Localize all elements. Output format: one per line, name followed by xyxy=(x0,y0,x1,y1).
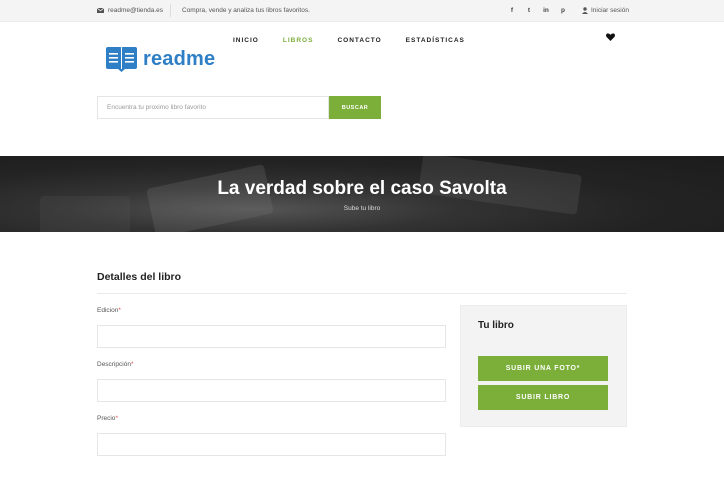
nav-item-inicio[interactable]: INICIO xyxy=(233,37,259,44)
contact-email-text: readme@tienda.es xyxy=(108,7,164,14)
logo-text: readme xyxy=(143,48,216,70)
social-links: f t in p xyxy=(508,5,567,15)
search-input[interactable] xyxy=(97,96,329,119)
upload-photo-button[interactable]: SUBIR UNA FOTO* xyxy=(478,356,608,381)
nav-item-estadisticas[interactable]: ESTADÍSTICAS xyxy=(406,37,465,44)
edicion-label-text: Edicion xyxy=(97,307,119,314)
precio-label-text: Precio xyxy=(97,415,116,422)
user-icon xyxy=(582,7,588,14)
heart-icon[interactable] xyxy=(606,33,615,44)
login-text: Iniciar sesión xyxy=(591,7,629,14)
page-subtitle: Sube tu libro xyxy=(343,205,381,212)
nav-item-libros[interactable]: LIBROS xyxy=(283,37,314,44)
nav-item-contacto[interactable]: CONTACTO xyxy=(337,37,381,44)
hero-banner: La verdad sobre el caso Savolta Sube tu … xyxy=(0,156,724,232)
descripcion-label: Descripción* xyxy=(97,361,134,368)
tagline: Compra, vende y analiza tus libros favor… xyxy=(182,7,310,14)
site-logo[interactable]: readme xyxy=(105,47,215,72)
upload-panel-title: Tu libro xyxy=(478,320,514,331)
page-title: La verdad sobre el caso Savolta xyxy=(217,178,507,199)
required-mark: * xyxy=(130,361,134,368)
hero-background-shape xyxy=(40,196,130,232)
edicion-field[interactable] xyxy=(97,325,446,348)
twitter-icon[interactable]: t xyxy=(525,5,533,15)
pinterest-icon[interactable]: p xyxy=(559,5,567,15)
required-mark: * xyxy=(115,415,118,422)
edicion-label: Edicion* xyxy=(97,307,121,314)
upload-book-button[interactable]: SUBIR LIBRO xyxy=(478,385,608,410)
descripcion-label-text: Descripción xyxy=(97,361,131,368)
top-bar: readme@tienda.es Compra, vende y analiza… xyxy=(0,0,724,22)
search-button[interactable]: BUSCAR xyxy=(329,96,381,119)
descripcion-field[interactable] xyxy=(97,379,446,402)
precio-label: Precio* xyxy=(97,415,118,422)
linkedin-icon[interactable]: in xyxy=(542,5,550,15)
topbar-divider xyxy=(170,4,171,17)
main-nav: INICIO LIBROS CONTACTO ESTADÍSTICAS xyxy=(233,37,489,44)
envelope-icon xyxy=(97,8,104,13)
login-link[interactable]: Iniciar sesión xyxy=(582,7,629,14)
precio-field[interactable] xyxy=(97,433,446,456)
search-bar: BUSCAR xyxy=(97,96,381,119)
form-title: Detalles del libro xyxy=(97,271,182,283)
facebook-icon[interactable]: f xyxy=(508,5,516,15)
upload-panel: Tu libro SUBIR UNA FOTO* SUBIR LIBRO xyxy=(460,305,627,427)
contact-email[interactable]: readme@tienda.es xyxy=(97,7,163,14)
required-mark: * xyxy=(118,307,121,314)
book-logo-icon xyxy=(106,47,137,72)
form-divider xyxy=(97,293,627,294)
